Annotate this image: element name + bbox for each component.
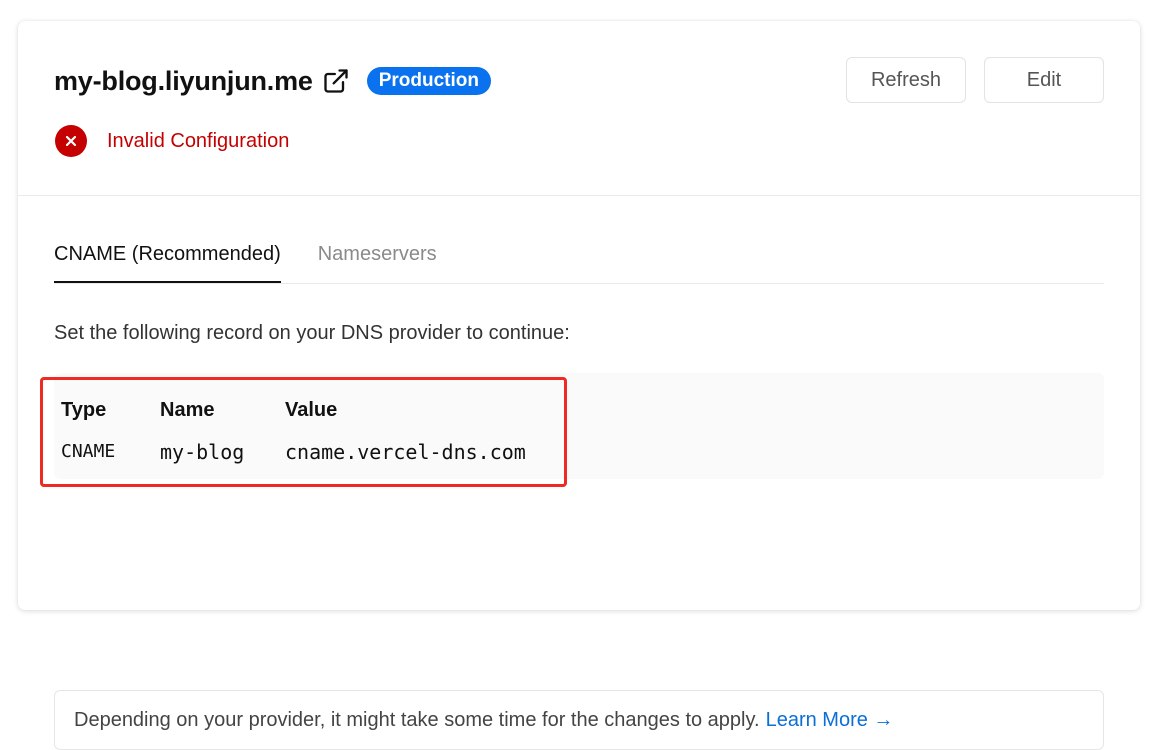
header-type: Type	[61, 399, 107, 421]
edit-button[interactable]: Edit	[984, 57, 1104, 103]
record-value: cname.vercel-dns.com	[285, 440, 526, 464]
production-badge: Production	[366, 67, 491, 95]
record-type: CNAME	[61, 441, 116, 462]
domain-title-row: my-blog.liyunjun.me Production	[54, 63, 491, 99]
domain-card: my-blog.liyunjun.me Production Invalid C…	[18, 21, 1140, 750]
tab-nameservers[interactable]: Nameservers	[318, 242, 437, 283]
header-value: Value	[285, 399, 338, 421]
record-tabs: CNAME (Recommended) Nameservers	[54, 242, 1104, 284]
notice-text: Depending on your provider, it might tak…	[74, 708, 760, 731]
tab-cname[interactable]: CNAME (Recommended)	[54, 242, 281, 283]
error-x-icon	[55, 125, 87, 157]
propagation-notice: Depending on your provider, it might tak…	[54, 690, 1104, 750]
highlight-annotation: Type Name Value CNAME my-blog cname.verc…	[40, 377, 567, 487]
refresh-button[interactable]: Refresh	[846, 57, 966, 103]
status-text: Invalid Configuration	[107, 129, 290, 152]
header-name: Name	[160, 399, 215, 421]
domain-header: my-blog.liyunjun.me Production Invalid C…	[18, 21, 1140, 196]
external-link-icon[interactable]	[322, 67, 350, 95]
domain-title: my-blog.liyunjun.me	[54, 65, 313, 96]
instruction-text: Set the following record on your DNS pro…	[54, 322, 570, 344]
config-status: Invalid Configuration	[55, 125, 289, 157]
dns-record-table: Type Name Value CNAME my-blog cname.verc…	[40, 373, 1104, 487]
record-name: my-blog	[160, 440, 245, 464]
learn-more-link[interactable]: Learn More →	[766, 709, 894, 732]
